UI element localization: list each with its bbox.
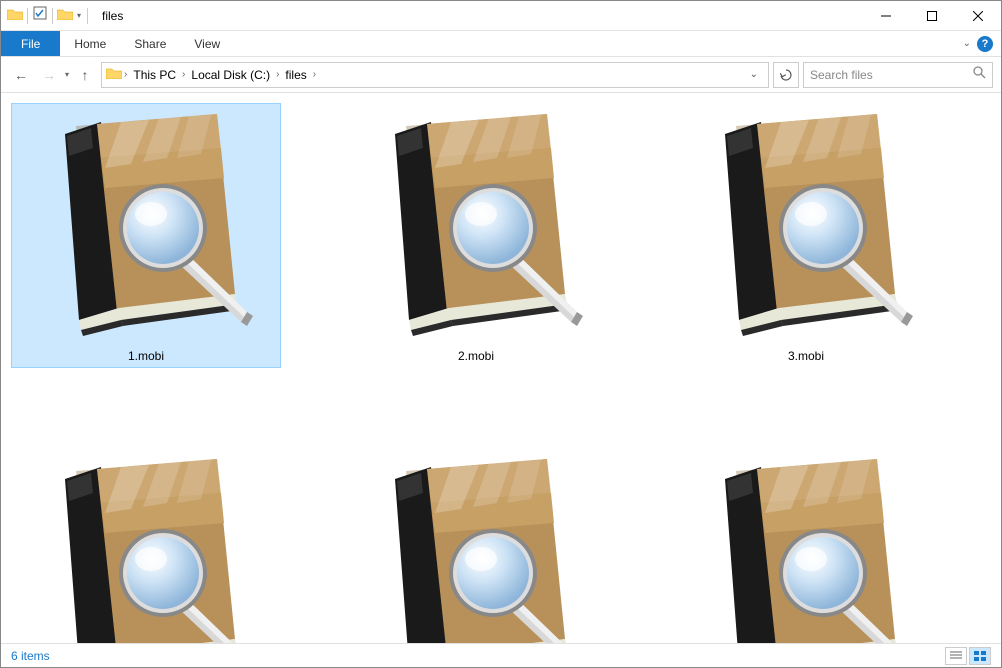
folder-yellow-icon[interactable]: [57, 7, 73, 25]
tab-home[interactable]: Home: [60, 31, 120, 56]
crumb-local-disk[interactable]: Local Disk (C:): [187, 68, 274, 82]
file-pane[interactable]: 1.mobi 2.mobi 3.mobi 4.mobi 5.mobi 6.mobi: [1, 93, 1001, 643]
crumb-chevron-icon[interactable]: ›: [313, 69, 316, 80]
item-count: 6 items: [11, 649, 50, 663]
drive-icon: [106, 66, 122, 84]
crumb-chevron-icon[interactable]: ›: [276, 69, 279, 80]
details-view-toggle[interactable]: [945, 647, 967, 665]
help-icon[interactable]: ?: [977, 36, 993, 52]
file-name-label: 2.mobi: [458, 349, 494, 363]
mobi-book-icon: [691, 108, 921, 343]
crumb-files[interactable]: files: [281, 68, 310, 82]
file-name-label: 3.mobi: [788, 349, 824, 363]
qat-separator-3: [87, 8, 88, 24]
file-item[interactable]: 6.mobi: [671, 448, 941, 643]
search-box[interactable]: [803, 62, 993, 88]
minimize-button[interactable]: [863, 1, 909, 31]
qat-dropdown-icon[interactable]: ▾: [75, 11, 83, 20]
history-dropdown-icon[interactable]: ▾: [65, 70, 69, 79]
mobi-book-icon: [31, 453, 261, 643]
crumb-chevron-icon[interactable]: ›: [182, 69, 185, 80]
ribbon: File Home Share View ⌄ ?: [1, 31, 1001, 57]
file-tab[interactable]: File: [1, 31, 60, 56]
crumb-this-pc[interactable]: This PC: [129, 68, 180, 82]
expand-ribbon-icon[interactable]: ⌄: [963, 38, 971, 49]
mobi-book-icon: [691, 453, 921, 643]
mobi-book-icon: [361, 453, 591, 643]
file-item[interactable]: 2.mobi: [341, 103, 611, 368]
tab-view[interactable]: View: [180, 31, 234, 56]
thumbnails-view-toggle[interactable]: [969, 647, 991, 665]
file-item[interactable]: 4.mobi: [11, 448, 281, 643]
back-button[interactable]: ←: [9, 63, 33, 87]
file-item[interactable]: 1.mobi: [11, 103, 281, 368]
search-icon[interactable]: [972, 65, 986, 84]
qat-separator: [27, 8, 28, 24]
mobi-book-icon: [31, 108, 261, 343]
crumb-chevron-icon[interactable]: ›: [124, 69, 127, 80]
file-name-label: 1.mobi: [128, 349, 164, 363]
navigation-bar: ← → ▾ ↑ › This PC › Local Disk (C:) › fi…: [1, 57, 1001, 93]
status-bar: 6 items: [1, 643, 1001, 667]
address-dropdown-icon[interactable]: ⌄: [744, 69, 764, 80]
tab-share[interactable]: Share: [120, 31, 180, 56]
refresh-button[interactable]: [773, 62, 799, 88]
maximize-button[interactable]: [909, 1, 955, 31]
file-item[interactable]: 5.mobi: [341, 448, 611, 643]
properties-qat-icon[interactable]: [32, 5, 48, 26]
window-controls: [863, 1, 1001, 31]
search-input[interactable]: [810, 68, 966, 82]
folder-icon: [7, 7, 23, 25]
window-title: files: [94, 9, 123, 23]
file-item[interactable]: 3.mobi: [671, 103, 941, 368]
close-button[interactable]: [955, 1, 1001, 31]
qat-separator-2: [52, 8, 53, 24]
mobi-book-icon: [361, 108, 591, 343]
address-bar[interactable]: › This PC › Local Disk (C:) › files › ⌄: [101, 62, 769, 88]
up-button[interactable]: ↑: [73, 63, 97, 87]
title-bar: ▾ files: [1, 1, 1001, 31]
forward-button[interactable]: →: [37, 63, 61, 87]
